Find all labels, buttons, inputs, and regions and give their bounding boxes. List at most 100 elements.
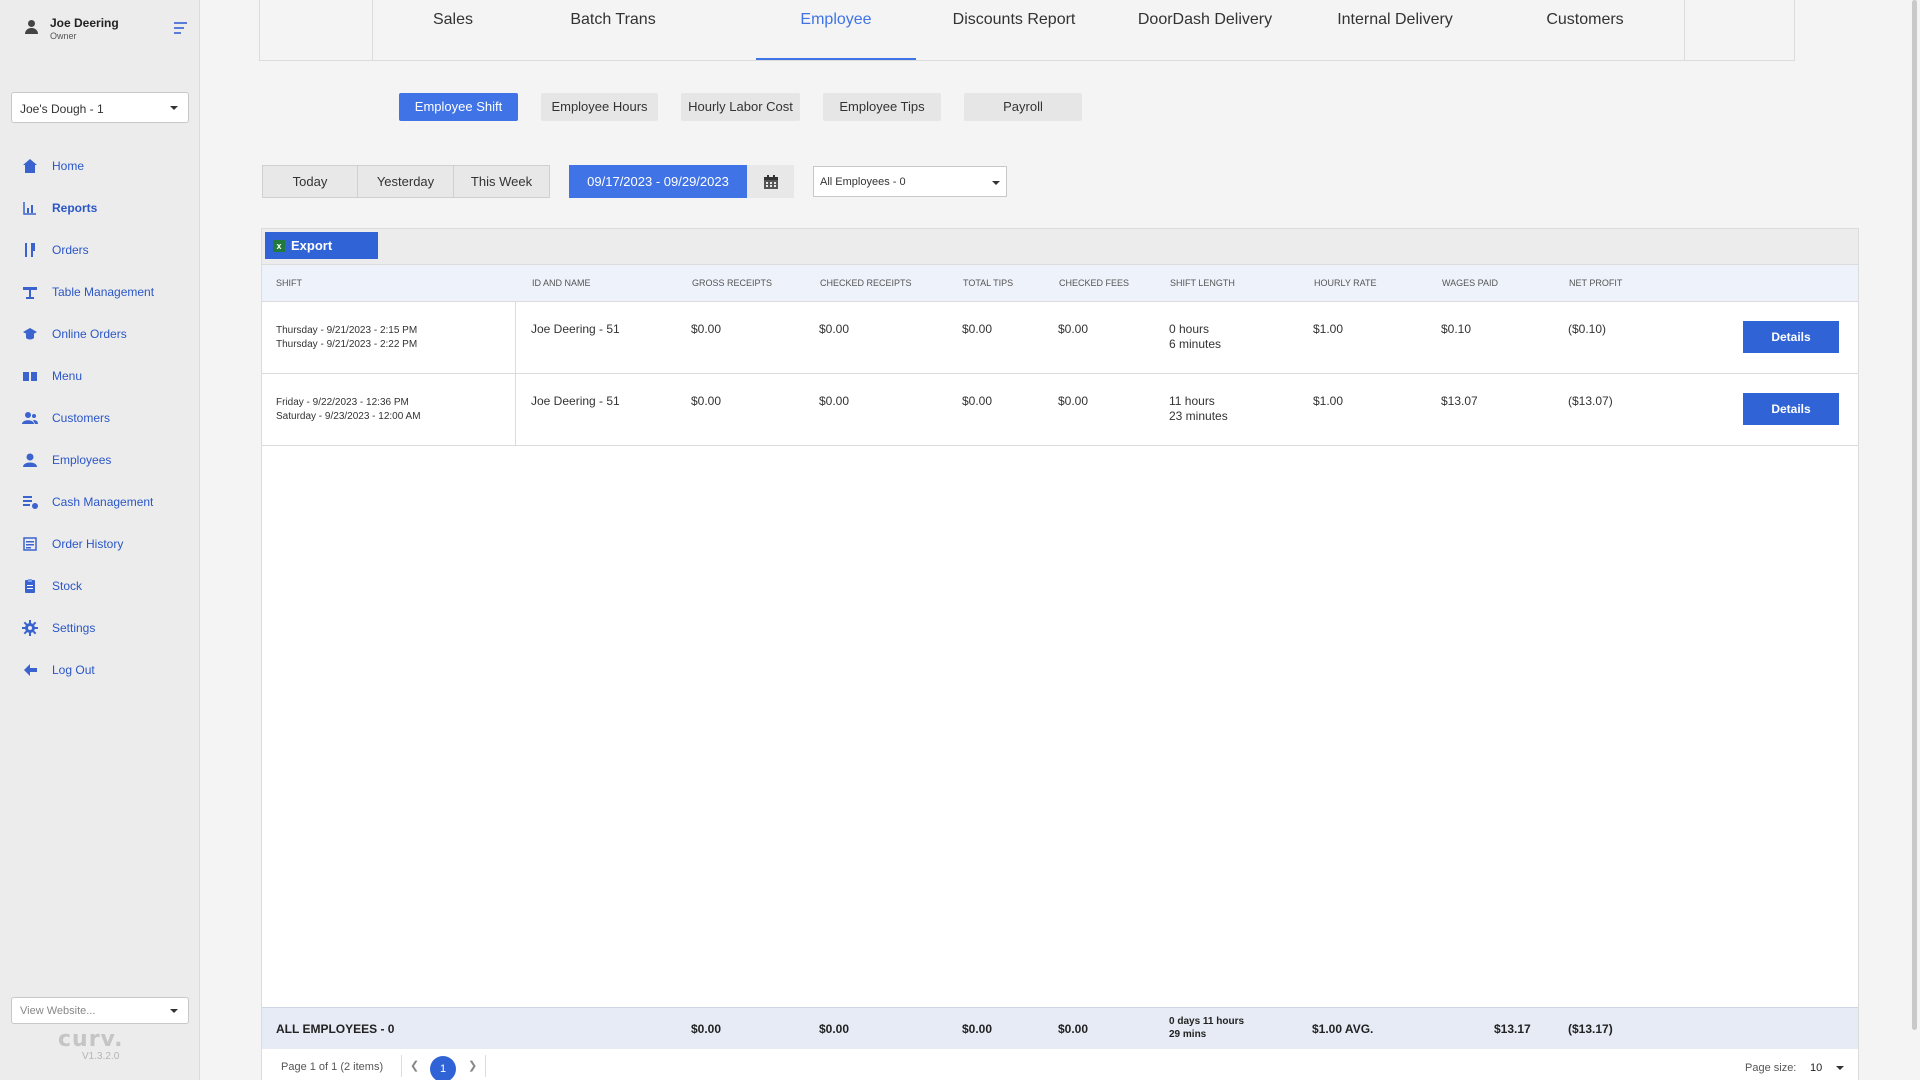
subtab-employee-hours[interactable]: Employee Hours <box>541 93 658 121</box>
employee-select[interactable]: All Employees - 0 <box>813 166 1007 197</box>
table-row[interactable]: Thursday - 9/21/2023 - 2:15 PM Thursday … <box>262 302 1858 374</box>
checked-receipts: $0.00 <box>819 394 850 408</box>
sidebar-item-reports[interactable]: Reports <box>0 187 200 229</box>
details-button[interactable]: Details <box>1743 393 1839 425</box>
details-button[interactable]: Details <box>1743 321 1839 353</box>
col-checked-receipts[interactable]: Checked Receipts <box>820 278 912 288</box>
page-size-select[interactable]: 10 <box>1810 1062 1822 1074</box>
total-fees: $0.00 <box>1058 1022 1089 1036</box>
tab-employee[interactable]: Employee <box>756 0 916 60</box>
employee-name: Joe Deering - 51 <box>531 322 620 336</box>
shift-cell: Friday - 9/22/2023 - 12:36 PM Saturday -… <box>262 374 516 445</box>
store-select[interactable]: Joe's Dough - 1 <box>11 92 189 123</box>
shift-length-minutes: 23 minutes <box>1169 409 1228 423</box>
sidebar-item-menu[interactable]: Menu <box>0 355 200 397</box>
col-checked-fees[interactable]: Checked Fees <box>1059 278 1129 288</box>
col-net-profit[interactable]: Net Profit <box>1569 278 1622 288</box>
gross-receipts: $0.00 <box>691 322 722 336</box>
sidebar-item-settings[interactable]: Settings <box>0 607 200 649</box>
total-wages: $13.17 <box>1494 1022 1531 1036</box>
col-hourly-rate[interactable]: Hourly Rate <box>1314 278 1377 288</box>
sidebar-nav: Home Reports Orders Table Management Onl… <box>0 145 200 691</box>
this-week-button[interactable]: This Week <box>453 165 550 198</box>
sidebar-item-label: Employees <box>52 453 112 467</box>
sidebar-item-label: Home <box>52 159 85 173</box>
checked-fees: $0.00 <box>1058 394 1089 408</box>
col-total-tips[interactable]: Total Tips <box>963 278 1013 288</box>
col-id-name[interactable]: ID and Name <box>532 278 591 288</box>
today-button[interactable]: Today <box>262 165 358 198</box>
online-orders-icon <box>22 326 38 342</box>
sidebar-item-home[interactable]: Home <box>0 145 200 187</box>
chevron-right-icon[interactable]: ❯ <box>468 1059 477 1072</box>
shift-end: Saturday - 9/23/2023 - 12:00 AM <box>276 411 421 422</box>
menu-toggle-icon[interactable] <box>174 22 188 34</box>
sidebar-item-stock[interactable]: Stock <box>0 565 200 607</box>
tab-discounts-report[interactable]: Discounts Report <box>918 0 1110 60</box>
tab-internal-delivery[interactable]: Internal Delivery <box>1310 0 1480 60</box>
col-wages-paid[interactable]: Wages Paid <box>1442 278 1498 288</box>
shift-start: Friday - 9/22/2023 - 12:36 PM <box>276 397 409 408</box>
total-checked: $0.00 <box>819 1022 850 1036</box>
grid-footer-totals: ALL EMPLOYEES - 0 $0.00 $0.00 $0.00 $0.0… <box>262 1007 1858 1049</box>
col-shift[interactable]: Shift <box>276 278 302 288</box>
tab-spacer <box>1684 0 1796 60</box>
brand-logo: curv. <box>58 1027 124 1052</box>
website-select-placeholder: View Website... <box>20 1005 96 1017</box>
page-scrollbar[interactable] <box>1909 0 1920 1080</box>
calendar-icon[interactable] <box>747 165 794 198</box>
website-select[interactable]: View Website... <box>11 997 189 1024</box>
tab-doordash-delivery[interactable]: DoorDash Delivery <box>1120 0 1290 60</box>
sidebar-item-cash-management[interactable]: Cash Management <box>0 481 200 523</box>
export-button[interactable]: x Export <box>265 232 378 259</box>
table-row[interactable]: Friday - 9/22/2023 - 12:36 PM Saturday -… <box>262 374 1858 446</box>
subtab-payroll[interactable]: Payroll <box>964 93 1082 121</box>
sidebar-item-label: Stock <box>52 579 83 593</box>
sidebar-item-order-history[interactable]: Order History <box>0 523 200 565</box>
sidebar-item-label: Customers <box>52 411 111 425</box>
total-net: ($13.17) <box>1568 1022 1613 1036</box>
subtab-employee-tips[interactable]: Employee Tips <box>823 93 941 121</box>
tab-customers[interactable]: Customers <box>1500 0 1670 60</box>
employees-icon <box>22 452 38 468</box>
sidebar-item-label: Menu <box>52 369 83 383</box>
sidebar-item-label: Table Management <box>52 285 155 299</box>
shift-end: Thursday - 9/21/2023 - 2:22 PM <box>276 339 418 350</box>
sidebar-item-label: Online Orders <box>52 327 127 341</box>
sidebar-item-customers[interactable]: Customers <box>0 397 200 439</box>
caret-down-icon[interactable] <box>1836 1066 1844 1070</box>
sidebar-item-log-out[interactable]: Log Out <box>0 649 200 691</box>
tab-sales[interactable]: Sales <box>373 0 533 60</box>
sidebar-item-table-management[interactable]: Table Management <box>0 271 200 313</box>
chevron-left-icon[interactable]: ❮ <box>410 1059 419 1072</box>
menu-book-icon <box>22 368 38 384</box>
total-length-line2: 29 mins <box>1169 1029 1207 1040</box>
yesterday-button[interactable]: Yesterday <box>357 165 454 198</box>
avg-hourly-rate: $1.00 AVG. <box>1312 1022 1374 1036</box>
col-gross-receipts[interactable]: Gross Receipts <box>692 278 772 288</box>
user-avatar-icon <box>24 20 38 36</box>
sidebar-item-label: Orders <box>52 243 89 257</box>
tab-batch-trans[interactable]: Batch Trans <box>533 0 693 60</box>
date-range-input[interactable]: 09/17/2023 - 09/29/2023 <box>569 165 747 198</box>
brand-version: V1.3.2.0 <box>82 1051 120 1062</box>
store-select-value: Joe's Dough - 1 <box>20 102 104 116</box>
page-number-button[interactable]: 1 <box>430 1056 456 1080</box>
sidebar-item-online-orders[interactable]: Online Orders <box>0 313 200 355</box>
total-shift-length: 0 days 11 hours 29 mins <box>1169 1015 1244 1041</box>
table-icon <box>22 284 38 300</box>
page-size-label: Page size: <box>1745 1062 1797 1074</box>
shift-length-minutes: 6 minutes <box>1169 337 1222 351</box>
sidebar-item-orders[interactable]: Orders <box>0 229 200 271</box>
checked-receipts: $0.00 <box>819 322 850 336</box>
wages-paid: $0.10 <box>1441 322 1472 336</box>
gear-icon <box>22 620 38 636</box>
col-shift-length[interactable]: Shift Length <box>1170 278 1235 288</box>
sidebar-item-employees[interactable]: Employees <box>0 439 200 481</box>
net-profit: ($0.10) <box>1568 322 1607 336</box>
subtab-hourly-labor-cost[interactable]: Hourly Labor Cost <box>681 93 800 121</box>
total-tips: $0.00 <box>962 394 993 408</box>
logout-arrow-icon <box>22 662 38 678</box>
subtab-employee-shift[interactable]: Employee Shift <box>399 93 518 121</box>
scrollbar-thumb[interactable] <box>1912 0 1917 1030</box>
